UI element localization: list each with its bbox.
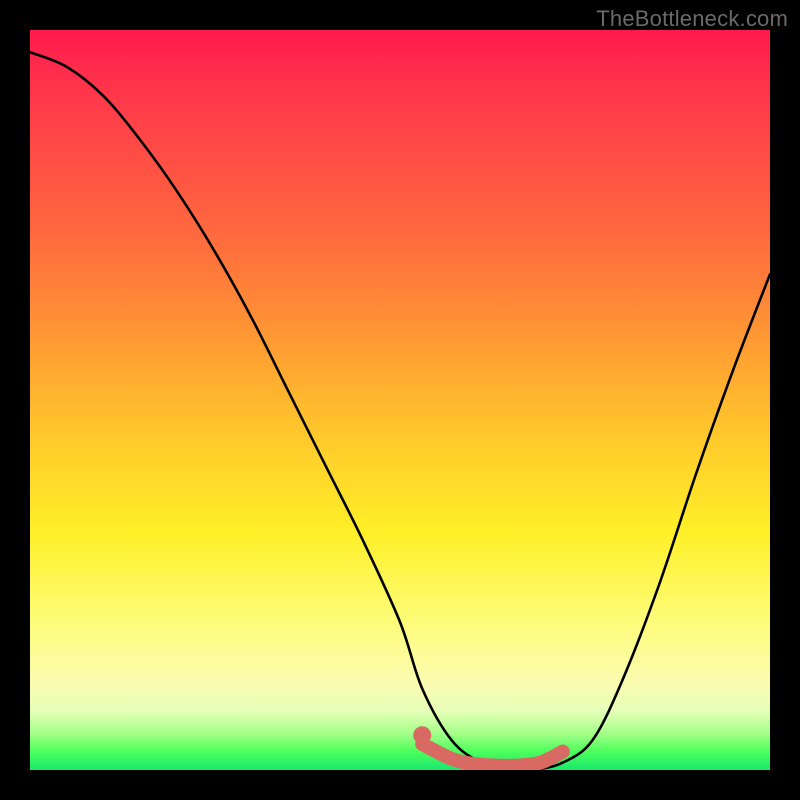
- highlight-dot-left: [413, 726, 431, 744]
- highlight-segment: [422, 744, 563, 766]
- plot-area: [30, 30, 770, 770]
- chart-svg: [30, 30, 770, 770]
- chart-frame: TheBottleneck.com: [0, 0, 800, 800]
- watermark-text: TheBottleneck.com: [596, 6, 788, 32]
- bottleneck-curve: [30, 52, 770, 770]
